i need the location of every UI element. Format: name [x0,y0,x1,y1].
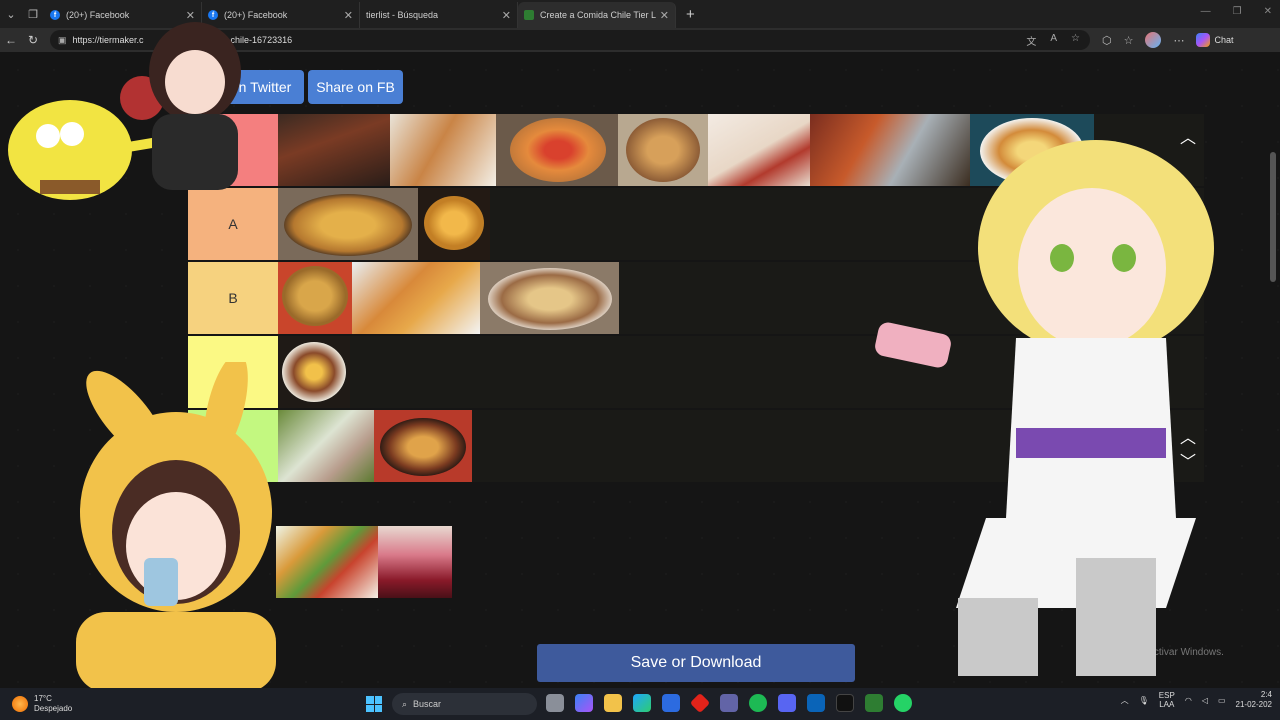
new-tab-button[interactable]: + [686,6,695,23]
tab-search[interactable]: ⌕ tierlist - Búsqueda ✕ [360,2,765,706]
extensions-icon[interactable]: ⬡ [1102,34,1112,47]
unranked-items [276,526,452,598]
tiermaker-icon [524,10,534,20]
food-item-pastel-de-papa[interactable] [480,262,619,334]
close-window-icon[interactable]: ✕ [1264,6,1272,17]
clock[interactable]: 2:4 21-02-202 [1236,690,1272,711]
food-item-papas[interactable] [278,262,352,334]
blonde-anime-girl-sticker [875,140,1214,676]
food-item-lomo-a-lo-pobre[interactable] [278,336,350,408]
file-explorer-icon[interactable] [604,694,622,712]
anime-girl-sticker-top [149,22,241,190]
bunny-girl-sticker [76,362,276,692]
close-tab-icon[interactable]: ✕ [344,9,353,22]
taskbar-apps [546,692,912,714]
favorite-star-icon[interactable]: ☆ [1071,33,1080,48]
favorites-icon[interactable]: ☆ [1124,34,1134,47]
page-scrollbar[interactable] [1270,152,1276,282]
search-placeholder: Buscar [413,699,442,709]
battery-icon[interactable]: ▭ [1218,696,1226,705]
workspaces-icon[interactable]: ❐ [22,3,44,25]
food-item-pescado-frito[interactable] [352,262,480,334]
copilot-icon [1196,33,1211,47]
store-icon[interactable] [662,694,680,712]
edge-icon[interactable] [633,694,651,712]
food-item-choripan[interactable] [708,114,810,186]
tab-search-dropdown[interactable]: ⌄ [0,3,22,25]
save-or-download-button[interactable]: Save or Download [537,644,855,682]
window-controls: — ❐ ✕ [1201,6,1272,17]
weather-widget[interactable]: 17°C Despejado [12,694,72,713]
food-item-asado[interactable] [278,114,390,186]
weather-status: Despejado [34,704,73,713]
share-facebook-button[interactable]: Share on FB [308,70,403,104]
whatsapp-icon[interactable] [894,694,912,712]
system-tray: ︿ 🎙 ESP LAA ◠ ◁ ▭ 2:4 21-02-202 [1121,690,1272,711]
outlook-icon[interactable] [807,694,825,712]
translate-icon[interactable]: 文 [1026,33,1036,48]
food-item-ceviche[interactable] [278,410,374,482]
windows-start-icon[interactable] [366,696,382,712]
wifi-icon[interactable]: ◠ [1185,696,1192,705]
weather-sun-icon [12,696,28,712]
volume-icon[interactable]: ◁ [1202,696,1208,705]
discord-icon[interactable] [778,694,796,712]
close-tab-icon[interactable]: ✕ [660,9,669,22]
read-aloud-icon[interactable]: A [1050,33,1057,48]
spotify-icon[interactable] [749,694,767,712]
tab-title: tierlist - Búsqueda [366,10,439,20]
food-item-empanadas[interactable] [618,114,708,186]
teams-icon[interactable] [720,694,738,712]
food-item-pizza[interactable] [496,114,618,186]
profile-avatar[interactable] [1145,32,1162,48]
task-view-icon[interactable] [546,694,564,712]
temperature: 17°C [34,694,52,704]
tiktok-icon[interactable] [836,694,854,712]
food-item-terremoto[interactable] [378,526,452,598]
food-item-sopaipillas[interactable] [418,188,490,260]
food-item-completo[interactable] [390,114,496,186]
food-item-pastel-de-choclo[interactable] [278,188,418,260]
tray-chevron-icon[interactable]: ︿ [1121,695,1129,706]
restore-icon[interactable]: ❐ [1233,6,1242,17]
language-indicator[interactable]: ESP LAA [1159,691,1175,710]
chat-label: Chat [1214,35,1234,45]
tier-label[interactable]: B [188,262,278,334]
facebook-icon: f [50,10,60,20]
microphone-icon[interactable]: 🎙 [1139,696,1149,705]
copilot-app-icon[interactable] [575,694,593,712]
food-item-tacos[interactable] [276,526,378,598]
red-app-icon[interactable] [689,692,711,714]
search-icon: ⌕ [402,698,408,709]
copilot-chat-button[interactable]: Chat [1196,33,1234,47]
taskbar-search-box[interactable]: ⌕ Buscar [392,693,537,715]
food-item-mariscal[interactable] [374,410,472,482]
close-tab-icon[interactable]: ✕ [502,9,511,22]
tab-title: Create a Comida Chile Tier List - T [540,10,656,20]
more-menu-icon[interactable]: ⋯ [1173,34,1184,47]
minimize-icon[interactable]: — [1201,6,1211,17]
green-app-icon[interactable] [865,694,883,712]
tab-tiermaker[interactable]: Create a Comida Chile Tier List - T ✕ [518,2,676,28]
